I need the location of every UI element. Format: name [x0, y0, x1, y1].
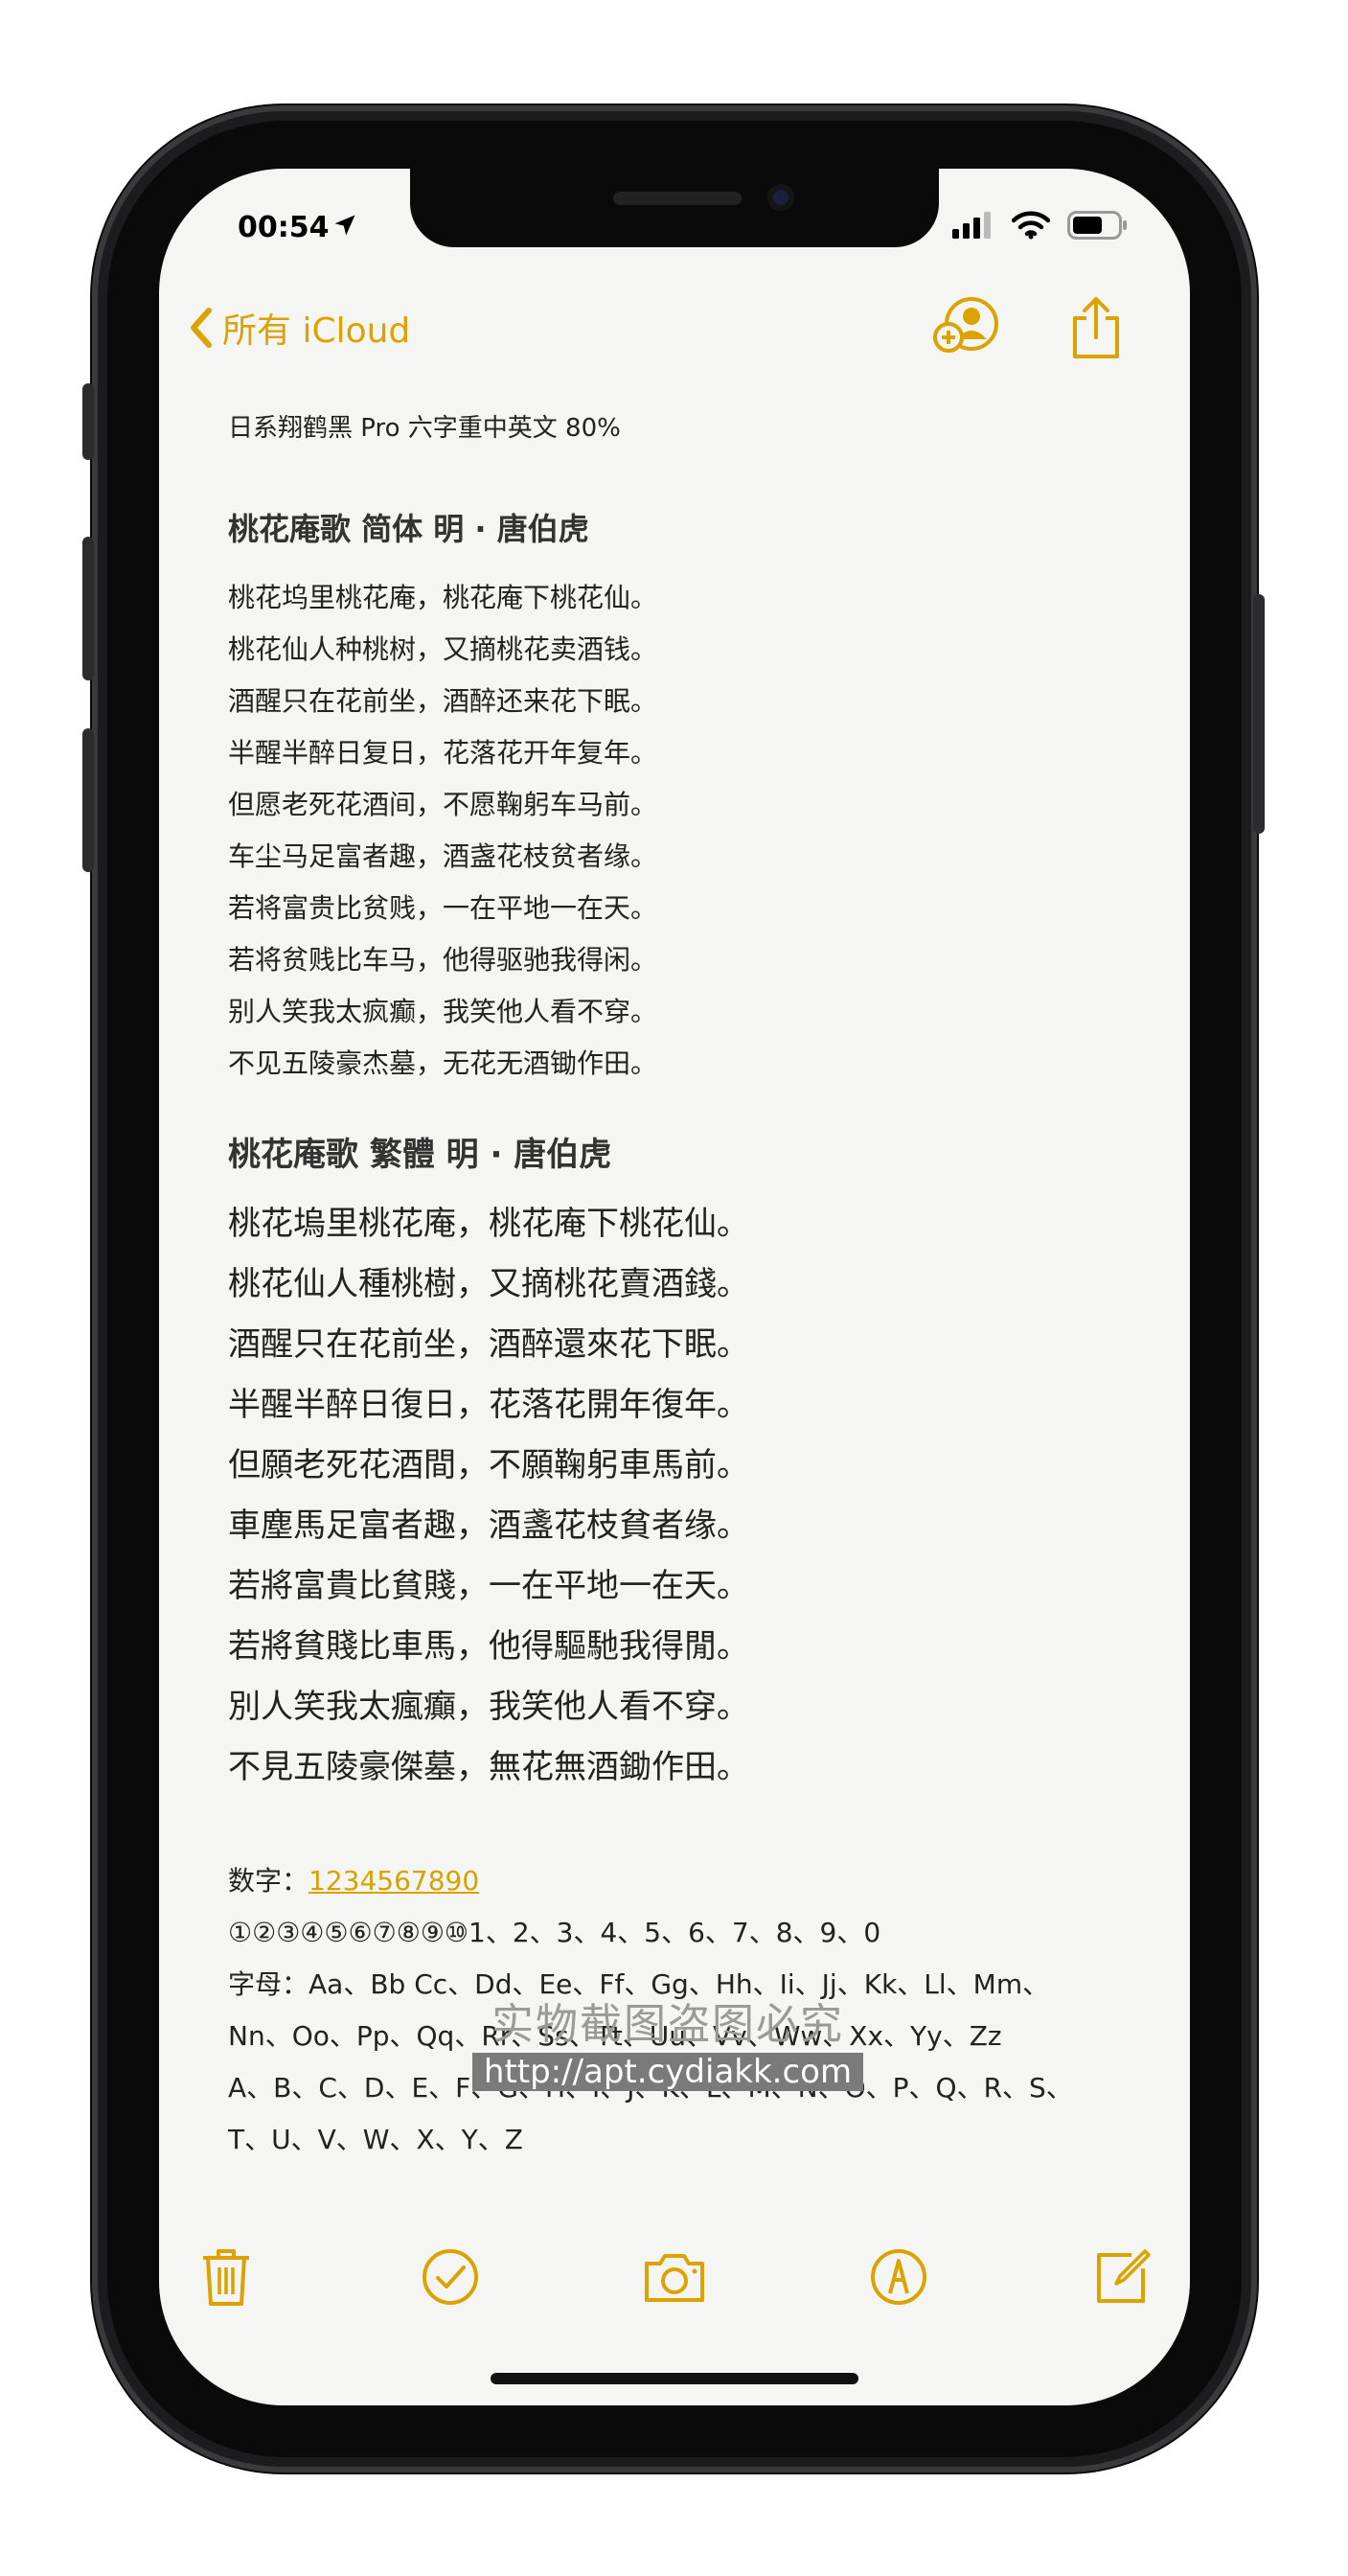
home-indicator[interactable]	[491, 2373, 858, 2384]
poem-traditional: 桃花塢里桃花庵，桃花庵下桃花仙。 桃花仙人種桃樹，又摘桃花賣酒錢。 酒醒只在花前…	[228, 1194, 1148, 1798]
status-time: 00:54	[238, 211, 330, 244]
phone-number-link[interactable]: 1234567890	[308, 1865, 479, 1897]
poem-line: 车尘马足富者趣，酒盏花枝贫者缘。	[228, 840, 658, 872]
poem-simplified: 桃花坞里桃花庵，桃花庵下桃花仙。 桃花仙人种桃树，又摘桃花卖酒钱。 酒醒只在花前…	[228, 572, 1148, 1090]
watermark-url: http://apt.cydiakk.com	[471, 2053, 864, 2091]
volume-down-button	[82, 728, 94, 872]
digits-line: 数字：1234567890	[228, 1855, 1148, 1907]
poem-line: 若将富贵比贫贱，一在平地一在天。	[228, 892, 658, 924]
poem-simplified-title: 桃花庵歌 简体 明 · 唐伯虎	[228, 511, 589, 547]
poem-line: 桃花仙人種桃樹，又摘桃花賣酒錢。	[228, 1265, 749, 1303]
status-indicators	[952, 211, 1129, 240]
checklist-button[interactable]	[412, 2239, 489, 2315]
speaker	[613, 192, 742, 205]
wifi-icon	[1012, 211, 1050, 240]
markup-button[interactable]	[860, 2239, 937, 2315]
nav-actions	[933, 295, 1123, 360]
poem-line: 但愿老死花酒间，不愿鞠躬车马前。	[228, 789, 658, 820]
power-button	[1253, 594, 1265, 834]
delete-button[interactable]	[188, 2239, 264, 2315]
poem-line: 别人笑我太疯癫，我笑他人看不穿。	[228, 996, 658, 1027]
screen: 00:54 所有 iCloud 日系翔鹤黑 Pro 六字重中英文 80% 桃花庵…	[159, 169, 1190, 2405]
bottom-toolbar	[188, 2239, 1161, 2315]
poem-line: 酒醒只在花前坐，酒醉還來花下眠。	[228, 1325, 749, 1364]
poem-line: 桃花坞里桃花庵，桃花庵下桃花仙。	[228, 582, 658, 613]
camera-icon	[645, 2254, 704, 2302]
compose-button[interactable]	[1085, 2239, 1161, 2315]
silent-switch	[82, 383, 94, 460]
poem-traditional-title: 桃花庵歌 繁體 明 · 唐伯虎	[228, 1136, 612, 1174]
watermark: 实物截图盗图必究 http://apt.cydiakk.com	[462, 1990, 874, 2091]
poem-line: 但願老死花酒間，不願鞠躬車馬前。	[228, 1446, 749, 1484]
volume-up-button	[82, 537, 94, 680]
trash-icon	[203, 2249, 249, 2306]
poem-line: 桃花塢里桃花庵，桃花庵下桃花仙。	[228, 1205, 749, 1243]
battery-icon	[1067, 211, 1127, 240]
poem-line: 車塵馬足富者趣，酒盞花枝貧者缘。	[228, 1506, 749, 1545]
checklist-icon	[423, 2249, 478, 2305]
back-button[interactable]: 所有 iCloud	[188, 303, 410, 353]
poem-line: 半醒半醉日復日，花落花開年復年。	[228, 1386, 749, 1424]
camera-button[interactable]	[636, 2239, 713, 2315]
poem-line: 若將富貴比貧賤，一在平地一在天。	[228, 1567, 749, 1605]
location-arrow-icon	[334, 215, 355, 236]
poem-line: 若將貧賤比車馬，他得驅馳我得閒。	[228, 1627, 749, 1666]
poem-line: 不見五陵豪傑墓，無花無酒鋤作田。	[228, 1748, 749, 1786]
markup-icon	[871, 2249, 926, 2305]
poem-line: 酒醒只在花前坐，酒醉还来花下眠。	[228, 685, 658, 717]
notch	[410, 169, 939, 247]
poem-line: 半醒半醉日复日，花落花开年复年。	[228, 737, 658, 769]
note-body[interactable]: 日系翔鹤黑 Pro 六字重中英文 80% 桃花庵歌 简体 明 · 唐伯虎 桃花坞…	[228, 408, 1148, 2166]
share-icon[interactable]	[1069, 295, 1123, 360]
back-button-label: 所有 iCloud	[222, 311, 411, 351]
watermark-text: 实物截图盗图必究	[491, 2000, 844, 2049]
poem-line: 若将贫贱比车马，他得驱驰我得闲。	[228, 944, 658, 976]
front-camera	[767, 184, 794, 211]
circled-numbers-line: ①②③④⑤⑥⑦⑧⑨⑩1、2、3、4、5、6、7、8、9、0	[228, 1917, 881, 1948]
letters-line: T、U、V、W、X、Y、Z	[228, 2124, 523, 2155]
poem-line: 別人笑我太瘋癲，我笑他人看不穿。	[228, 1688, 749, 1726]
font-note: 日系翔鹤黑 Pro 六字重中英文 80%	[228, 414, 621, 443]
digits-label: 数字：	[228, 1865, 309, 1897]
chevron-left-icon	[191, 308, 212, 348]
add-person-icon[interactable]	[933, 295, 1002, 356]
compose-icon	[1097, 2249, 1151, 2303]
poem-line: 桃花仙人种桃树，又摘桃花卖酒钱。	[228, 633, 658, 665]
cellular-signal-icon	[952, 212, 991, 239]
poem-line: 不见五陵豪杰墓，无花无酒锄作田。	[228, 1047, 658, 1079]
